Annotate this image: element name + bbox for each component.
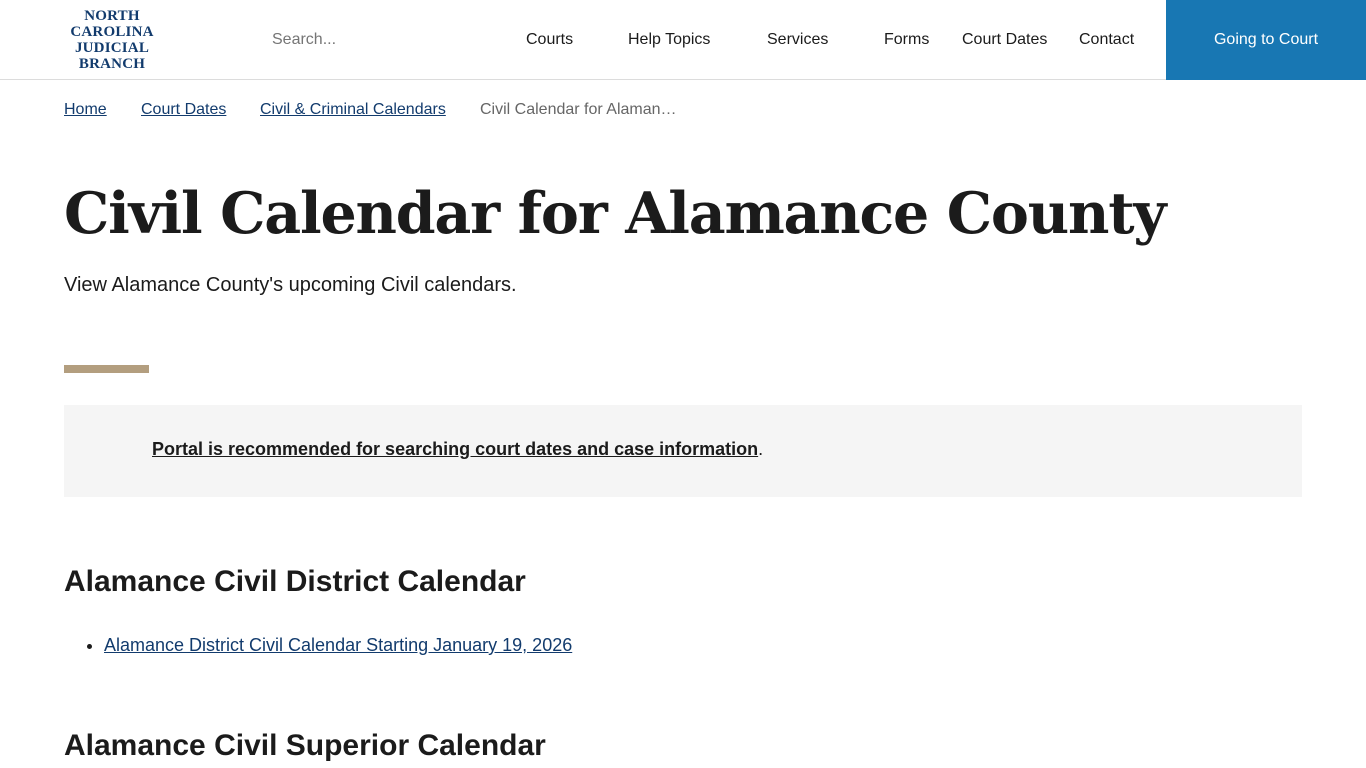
- superior-calendar-heading: Alamance Civil Superior Calendar: [64, 729, 546, 762]
- breadcrumb-calendars[interactable]: Civil & Criminal Calendars: [260, 101, 446, 119]
- going-to-court-button[interactable]: Going to Court: [1166, 0, 1366, 80]
- nav-forms[interactable]: Forms: [884, 30, 929, 49]
- list-item: Alamance District Civil Calendar Startin…: [104, 635, 572, 656]
- portal-notice-text: Portal is recommended for searching cour…: [152, 439, 763, 460]
- nav-services[interactable]: Services: [767, 30, 828, 49]
- search-input[interactable]: [262, 22, 482, 58]
- breadcrumb-current: Civil Calendar for Alaman…: [480, 101, 677, 118]
- nav-contact[interactable]: Contact: [1079, 30, 1134, 49]
- breadcrumb-home[interactable]: Home: [64, 101, 107, 119]
- breadcrumb-court-dates[interactable]: Court Dates: [141, 101, 226, 119]
- accent-divider: [64, 365, 149, 373]
- page-intro: View Alamance County's upcoming Civil ca…: [64, 274, 517, 296]
- site-logo[interactable]: NORTH CAROLINA JUDICIAL BRANCH: [62, 8, 162, 72]
- site-header: NORTH CAROLINA JUDICIAL BRANCH Courts He…: [0, 0, 1366, 80]
- portal-link[interactable]: Portal is recommended for searching cour…: [152, 439, 758, 459]
- nav-court-dates[interactable]: Court Dates: [962, 30, 1047, 49]
- nav-help-topics[interactable]: Help Topics: [628, 30, 710, 49]
- portal-notice-suffix: .: [758, 439, 764, 459]
- district-calendar-list: Alamance District Civil Calendar Startin…: [64, 635, 572, 656]
- logo-line-4: BRANCH: [78, 56, 146, 72]
- district-calendar-link[interactable]: Alamance District Civil Calendar Startin…: [104, 635, 572, 655]
- district-calendar-heading: Alamance Civil District Calendar: [64, 565, 526, 598]
- nav-courts[interactable]: Courts: [526, 30, 573, 49]
- portal-notice: Portal is recommended for searching cour…: [64, 405, 1302, 497]
- page-title: Civil Calendar for Alamance County: [64, 180, 1166, 247]
- logo-line-3: JUDICIAL: [74, 40, 150, 56]
- logo-line-1: NORTH: [84, 8, 140, 24]
- logo-line-2: CAROLINA: [70, 24, 154, 40]
